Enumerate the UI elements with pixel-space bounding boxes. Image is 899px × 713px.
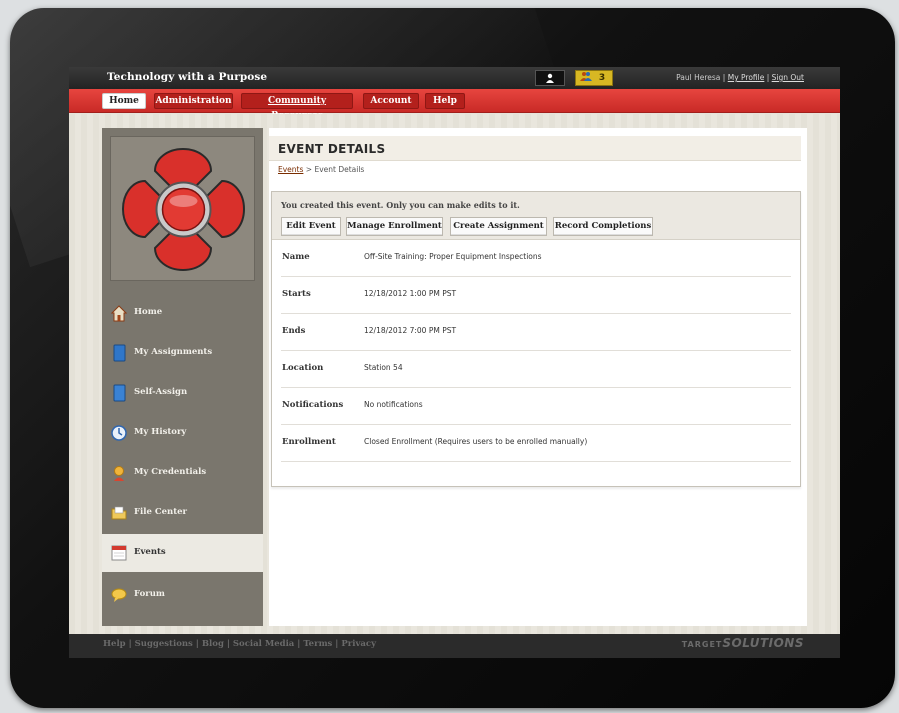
user-links: Paul Heresa | My Profile | Sign Out (676, 73, 804, 82)
footer-link-terms[interactable]: Terms (303, 639, 332, 649)
footer-link-suggestions[interactable]: Suggestions (135, 639, 193, 649)
main-nav: Home Administration Community Resources … (69, 89, 840, 121)
sidebar-item-label: File Center (134, 507, 188, 517)
book-icon (113, 384, 126, 402)
detail-label: Enrollment (282, 437, 336, 447)
notifications-button[interactable]: 3 (575, 70, 613, 86)
event-details-panel: You created this event. Only you can mak… (271, 191, 801, 487)
manage-enrollment-button[interactable]: Manage Enrollment (346, 217, 443, 236)
detail-row-enrollment: Enrollment Closed Enrollment (Requires u… (281, 425, 791, 462)
detail-label: Location (282, 363, 324, 373)
sidebar: Home My Assignments Self-Assign My Histo… (102, 128, 263, 626)
create-assignment-button[interactable]: Create Assignment (450, 217, 547, 236)
detail-value: No notifications (364, 400, 423, 409)
detail-row-starts: Starts 12/18/2012 1:00 PM PST (281, 277, 791, 314)
footer-separator: | (125, 639, 135, 649)
footer-separator: | (223, 639, 233, 649)
user-menu-button[interactable] (535, 70, 565, 86)
sidebar-item-label: Self-Assign (134, 387, 188, 397)
person-icon (546, 73, 554, 83)
owner-note: You created this event. Only you can mak… (281, 200, 520, 210)
footer-separator: | (294, 639, 304, 649)
sidebar-item-my-history[interactable]: My History (102, 414, 263, 452)
sidebar-item-forum[interactable]: Forum (102, 576, 263, 614)
breadcrumb-events-link[interactable]: Events (278, 165, 303, 174)
tab-administration[interactable]: Administration (154, 93, 233, 109)
footer-link-privacy[interactable]: Privacy (341, 639, 376, 649)
detail-value: 12/18/2012 1:00 PM PST (364, 289, 457, 298)
badge-icon (114, 466, 124, 481)
notification-count: 3 (598, 73, 606, 83)
footer: Help | Suggestions | Blog | Social Media… (69, 634, 840, 658)
user-name: Paul Heresa (676, 73, 721, 82)
detail-value: Station 54 (364, 363, 403, 372)
detail-row-notifications: Notifications No notifications (281, 388, 791, 425)
brand-tagline: Technology with a Purpose (107, 71, 268, 83)
main-content: EVENT DETAILS Events > Event Details You… (269, 128, 807, 626)
app-screen: Technology with a Purpose 3 Paul Heresa (69, 67, 840, 658)
link-separator: | (722, 73, 726, 82)
detail-label: Name (282, 252, 310, 262)
calendar-icon (111, 545, 127, 561)
detail-label: Ends (282, 326, 306, 336)
edit-event-button[interactable]: Edit Event (281, 217, 341, 236)
folder-icon (111, 506, 127, 520)
people-icon (580, 72, 592, 81)
detail-row-ends: Ends 12/18/2012 7:00 PM PST (281, 314, 791, 351)
tab-community-resources[interactable]: Community Resources (241, 93, 353, 121)
department-logo (110, 136, 255, 281)
page-header: EVENT DETAILS (269, 136, 801, 161)
book-icon (113, 344, 126, 362)
detail-value: Closed Enrollment (Requires users to be … (364, 437, 588, 446)
breadcrumb-current: > Event Details (303, 165, 365, 174)
my-profile-link[interactable]: My Profile (728, 73, 765, 82)
tab-help[interactable]: Help (425, 93, 465, 109)
sidebar-item-label: My Assignments (134, 347, 213, 357)
detail-value: Off-Site Training: Proper Equipment Insp… (364, 252, 542, 261)
footer-separator: | (332, 639, 342, 649)
clock-icon (111, 425, 127, 441)
tablet-frame: Technology with a Purpose 3 Paul Heresa (10, 8, 895, 708)
detail-row-location: Location Station 54 (281, 351, 791, 388)
detail-value: 12/18/2012 7:00 PM PST (364, 326, 457, 335)
footer-link-blog[interactable]: Blog (202, 639, 224, 649)
detail-row-name: Name Off-Site Training: Proper Equipment… (281, 240, 791, 277)
tab-home[interactable]: Home (102, 93, 146, 109)
footer-brand-part-a: TARGET (681, 640, 723, 649)
sidebar-item-my-credentials[interactable]: My Credentials (102, 454, 263, 492)
sidebar-item-label: Home (134, 307, 163, 317)
footer-separator: | (192, 639, 202, 649)
record-completions-button[interactable]: Record Completions (553, 217, 653, 236)
footer-link-social-media[interactable]: Social Media (233, 639, 294, 649)
page-title: EVENT DETAILS (278, 142, 386, 156)
sidebar-item-label: Forum (134, 589, 165, 599)
sidebar-item-events[interactable]: Events (102, 534, 263, 572)
sidebar-item-label: My Credentials (134, 467, 207, 477)
sidebar-item-label: My History (134, 427, 187, 437)
footer-brand-part-b: SOLUTIONS (722, 636, 804, 650)
sidebar-item-self-assign[interactable]: Self-Assign (102, 374, 263, 412)
footer-links: Help | Suggestions | Blog | Social Media… (103, 639, 376, 649)
breadcrumb: Events > Event Details (278, 165, 364, 174)
link-separator: | (766, 73, 770, 82)
panel-toolbar: You created this event. Only you can mak… (272, 192, 800, 240)
top-bar: Technology with a Purpose 3 Paul Heresa (69, 67, 840, 89)
sidebar-item-label: Events (134, 547, 166, 557)
footer-brand-logo: TARGETSOLUTIONS (682, 636, 804, 650)
sign-out-link[interactable]: Sign Out (772, 73, 804, 82)
tab-account[interactable]: Account (363, 93, 419, 109)
detail-label: Notifications (282, 400, 344, 410)
footer-link-help[interactable]: Help (103, 639, 126, 649)
sidebar-item-home[interactable]: Home (102, 294, 263, 332)
detail-label: Starts (282, 289, 311, 299)
maltese-cross-logo (121, 147, 246, 272)
sidebar-item-file-center[interactable]: File Center (102, 494, 263, 532)
speech-bubble-icon (111, 588, 127, 602)
house-icon (111, 305, 127, 322)
sidebar-item-my-assignments[interactable]: My Assignments (102, 334, 263, 372)
